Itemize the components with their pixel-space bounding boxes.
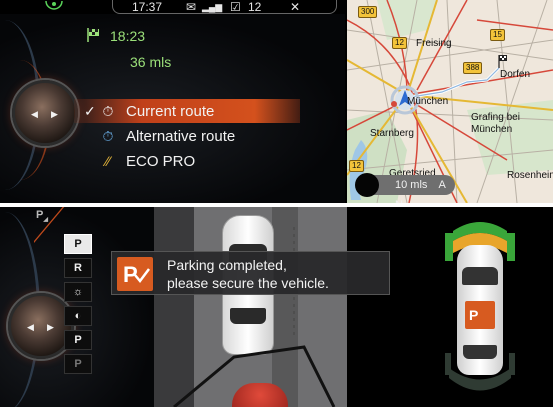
park-menu: P R ☼ ◐ P P [64,234,92,374]
zoom-knob[interactable] [355,173,379,197]
parking-message-text: Parking completed, please secure the veh… [167,256,329,292]
navigation-screen: 17:37 ✉ ▂▄▆ ☑ 12 ✕ 18:23 36 mls ◀ ▶ ✓ ⏱ Cu… [0,0,553,203]
route-item-alternative[interactable]: ⏱ Alternative route [98,124,236,148]
parking-message: P Parking completed, please secure the v… [111,251,390,295]
road-shield: 15 [490,29,505,41]
parking-screen: P◢ ◀ ▶ P R ☼ ◐ P P P Parking completed, … [0,207,553,407]
route-label: Current route [126,103,215,120]
vehicle-windshield [462,267,498,285]
rear-camera-menu-icon[interactable]: R [64,258,92,278]
destination-flag-icon [86,27,102,43]
right-arrow-icon: ▶ [51,109,58,119]
pdc-menu-icon[interactable]: P [64,330,92,350]
contrast-menu-icon[interactable]: ◐ [64,306,92,326]
city-label: Dorfen [500,69,531,80]
city-label: München [407,96,449,107]
message-line-2: please secure the vehicle. [167,275,329,291]
route-item-current[interactable]: ✓ ⏱ Current route [84,99,214,123]
vehicle-rear-window [463,345,497,359]
route-item-eco-pro[interactable]: ⁄⁄ ECO PRO [98,149,196,173]
parking-camera-view [154,207,347,407]
stopwatch-icon: ⏱ [102,103,114,119]
check-icon: ✓ [84,103,96,119]
park-assist-status-icon: P◢ [36,209,48,224]
notification-icon: ☑ [230,0,241,14]
scale-value: 10 mls [395,179,428,191]
stopwatch-icon: ⏱ [102,128,114,144]
road-shield: 12 [349,160,364,172]
city-label: Starnberg [370,128,414,139]
remaining-distance: 36 mls [130,54,172,70]
vehicle-top-view: P [457,245,503,375]
navigation-map[interactable]: 300 15 12 388 12 Freising Dorfen München… [347,0,553,203]
idrive-controller[interactable]: ◀ ▶ [12,80,78,146]
signal-icon: ▂▄▆ [202,2,223,12]
route-label: ECO PRO [126,153,196,170]
gps-icon [44,0,64,12]
arrival-time: 18:23 [110,28,146,44]
pdc-sensor-view: P [445,213,515,403]
park-assist-off-menu-icon[interactable]: P [64,354,92,374]
left-arrow-icon: ◀ [27,322,34,332]
status-bar: 17:37 ✉ ▂▄▆ ☑ 12 ✕ [112,0,337,14]
status-count: 12 [248,0,262,14]
park-assist-menu-icon[interactable]: P [64,234,92,254]
route-label: Alternative route [126,128,236,145]
city-label: Grafing bei München [471,112,520,135]
parking-guide-lines [173,227,336,407]
road-shield: 388 [463,62,483,74]
left-arrow-icon: ◀ [31,109,38,119]
road-shield: 300 [358,6,378,18]
brightness-menu-icon[interactable]: ☼ [64,282,92,302]
tools-icon: ✕ [290,0,301,14]
parking-complete-icon: P [117,257,153,291]
svg-text:P: P [123,262,138,287]
park-assist-vehicle-icon: P [465,301,495,329]
city-label: Rosenheim [507,170,553,181]
envelope-icon: ✉ [186,0,197,14]
message-line-1: Parking completed, [167,257,287,273]
city-label: Freising [416,38,452,49]
status-time: 17:37 [132,0,163,14]
right-arrow-icon: ▶ [47,322,54,332]
road-shield: 12 [392,37,407,49]
eco-leaf-icon: ⁄⁄ [105,153,111,169]
